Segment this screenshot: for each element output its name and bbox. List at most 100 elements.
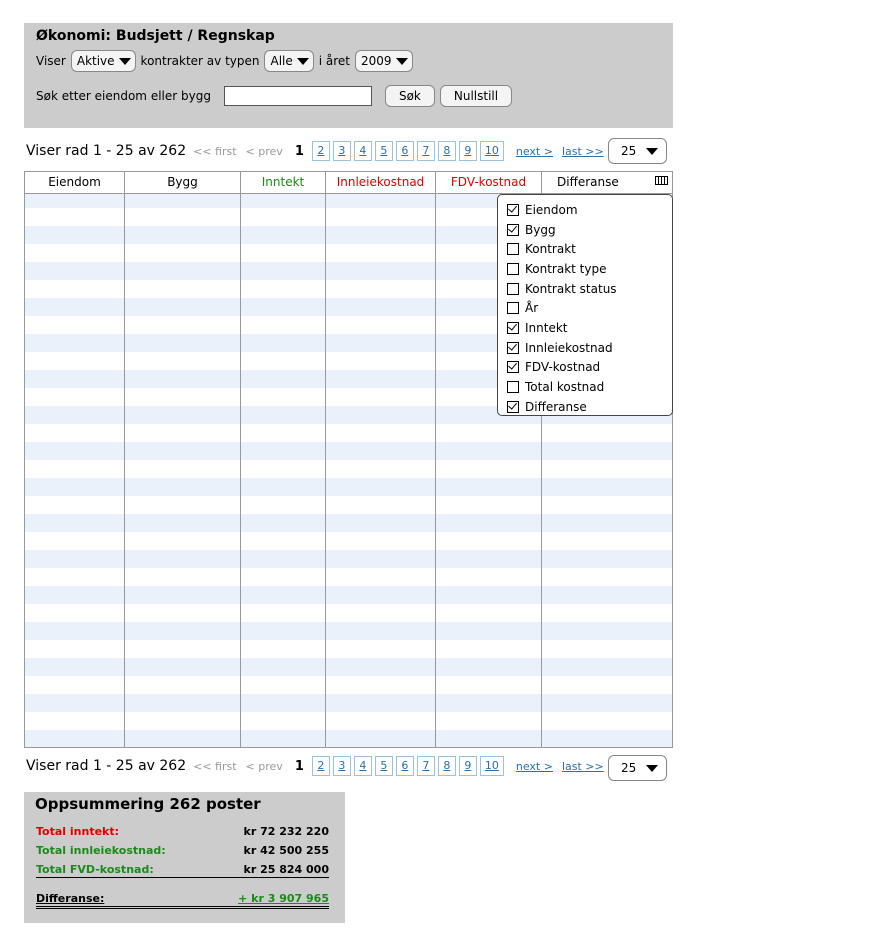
column-option-total-kostnad[interactable]: Total kostnad [498,377,672,397]
summary-label: Total FVD-kostnad: [36,863,154,876]
column-option-fdv-kostnad[interactable]: FDV-kostnad [498,358,672,378]
status-select[interactable]: Aktive [70,50,136,72]
summary-panel: Oppsummering 262 poster Total inntekt: k… [24,792,345,923]
column-option-label: År [525,301,539,316]
column-option-innleiekostnad[interactable]: Innleiekostnad [498,338,672,358]
checkbox[interactable] [507,282,519,295]
checkbox-checked[interactable] [507,203,519,216]
column-chooser-menu: Eiendom Bygg Kontrakt Kontrakt type Kont… [497,194,673,416]
column-option-inntekt[interactable]: Inntekt [498,318,672,338]
column-header-differanse[interactable]: Differanse [542,172,672,193]
page-link-8[interactable]: 8 [437,756,456,776]
checkbox-checked[interactable] [507,400,519,413]
checkbox-checked[interactable] [507,223,519,236]
chevron-down-icon [646,764,658,772]
chevron-down-icon [646,147,658,155]
filter-row: Viser Aktive kontrakter av typen Alle i … [36,50,413,72]
page-size-select[interactable]: 25 [608,755,667,781]
checkbox[interactable] [507,243,519,256]
column-option-differanse[interactable]: Differanse [498,397,672,417]
year-select[interactable]: 2009 [355,50,413,72]
column-option-ar[interactable]: År [498,298,672,318]
page-link-10[interactable]: 10 [479,141,504,161]
checkbox[interactable] [507,381,519,394]
column-option-label: FDV-kostnad [525,360,601,375]
first-page-link: << first [193,759,237,773]
column-option-kontrakt[interactable]: Kontrakt [498,239,672,259]
reset-button[interactable]: Nullstill [439,85,513,107]
column-header-innleiekostnad[interactable]: Innleiekostnad [326,172,436,193]
last-page-link[interactable]: last >> [562,145,604,158]
checkbox[interactable] [507,302,519,315]
page-link-5[interactable]: 5 [374,141,393,161]
column-option-label: Innleiekostnad [525,340,613,355]
checkbox[interactable] [507,262,519,275]
page-size-select[interactable]: 25 [608,138,667,164]
next-page-link[interactable]: next > [516,145,553,158]
column-option-kontrakt-status[interactable]: Kontrakt status [498,279,672,299]
row-count-info: Viser rad 1 - 25 av 262 [26,758,187,774]
contract-type-select[interactable]: Alle [264,50,314,72]
search-button[interactable]: Søk [384,85,435,107]
page-link-10[interactable]: 10 [479,756,504,776]
last-page-link[interactable]: last >> [562,760,604,773]
first-page-link: << first [193,144,237,158]
column-header-eiendom[interactable]: Eiendom [25,172,125,193]
page-link-6[interactable]: 6 [395,141,414,161]
checkbox-checked[interactable] [507,361,519,374]
column-option-label: Differanse [525,399,587,414]
column-option-label: Bygg [525,222,556,237]
column-chooser-icon[interactable] [655,176,668,185]
page-size-value: 25 [621,144,637,158]
column-header-inntekt[interactable]: Inntekt [241,172,326,193]
summary-title: Oppsummering 262 poster [35,795,261,813]
next-page-link[interactable]: next > [516,760,553,773]
column-header-bygg[interactable]: Bygg [125,172,241,193]
column-divider [124,193,125,747]
page-title: Økonomi: Budsjett / Regnskap [36,28,275,44]
row-count-info: Viser rad 1 - 25 av 262 [26,143,187,159]
summary-diff-label: Differanse: [36,892,105,905]
chevron-down-icon [296,57,309,65]
contract-type-value: Alle [270,54,293,68]
page-link-5[interactable]: 5 [374,756,393,776]
page-link-6[interactable]: 6 [395,756,414,776]
page-link-7[interactable]: 7 [416,756,435,776]
current-page: 1 [294,758,304,774]
checkbox-checked[interactable] [507,341,519,354]
page-link-4[interactable]: 4 [353,141,372,161]
year-label: i året [318,54,351,68]
page-link-7[interactable]: 7 [416,141,435,161]
summary-row-income: Total inntekt: kr 72 232 220 [36,825,329,838]
page-link-9[interactable]: 9 [458,756,477,776]
page-link-3[interactable]: 3 [332,756,351,776]
status-select-value: Aktive [76,54,115,68]
page-link-9[interactable]: 9 [458,141,477,161]
search-input[interactable] [223,86,372,106]
search-row: Søk etter eiendom eller bygg Søk Nullsti… [36,85,513,107]
prev-page-link: < prev [245,144,283,158]
page-link-4[interactable]: 4 [353,756,372,776]
summary-value: kr 72 232 220 [243,825,329,838]
current-page: 1 [294,143,304,159]
column-divider [435,193,436,747]
summary-value: kr 42 500 255 [243,844,329,857]
column-header-fdv-kostnad[interactable]: FDV-kostnad [436,172,542,193]
column-option-eiendom[interactable]: Eiendom [498,200,672,220]
page-size-value: 25 [621,761,637,775]
prev-page-link: < prev [245,759,283,773]
column-divider [240,193,241,747]
page-link-2[interactable]: 2 [311,141,330,161]
checkbox-checked[interactable] [507,321,519,334]
page-link-8[interactable]: 8 [437,141,456,161]
pager-top: Viser rad 1 - 25 av 262 << first < prev … [26,141,604,161]
page-link-3[interactable]: 3 [332,141,351,161]
summary-row-rent-cost: Total innleiekostnad: kr 42 500 255 [36,844,329,857]
summary-label: Total innleiekostnad: [36,844,166,857]
page-link-2[interactable]: 2 [311,756,330,776]
summary-row-fvd-cost: Total FVD-kostnad: kr 25 824 000 [36,863,329,878]
viser-label: Viser [36,54,66,68]
column-option-kontrakt-type[interactable]: Kontrakt type [498,259,672,279]
column-option-bygg[interactable]: Bygg [498,220,672,240]
column-option-label: Total kostnad [525,380,605,395]
